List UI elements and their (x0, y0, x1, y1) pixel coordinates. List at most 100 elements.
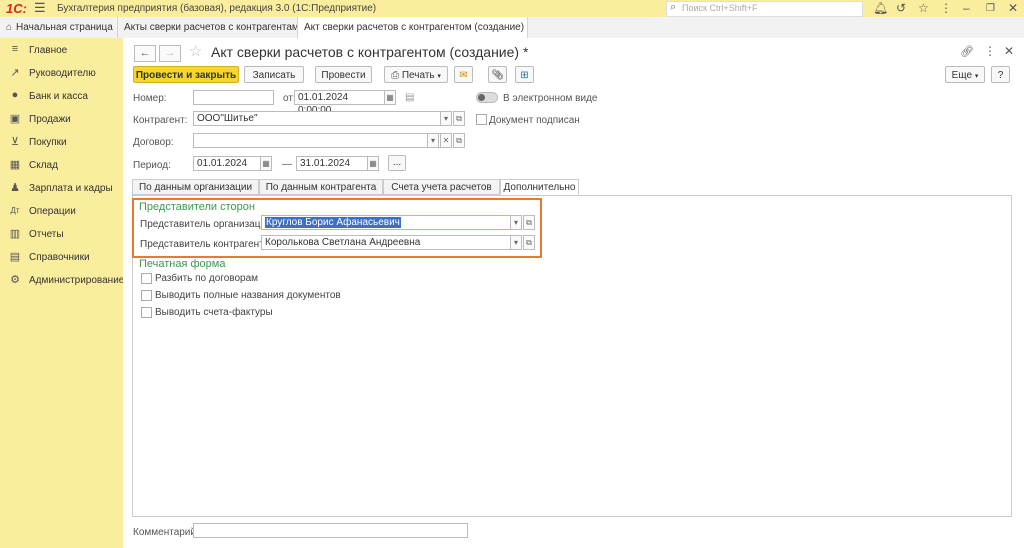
counterparty-input[interactable]: ООО"Шитье" (193, 111, 441, 126)
more-vert-icon[interactable]: ⋮ (984, 44, 996, 58)
org-rep-label: Представитель организации: (140, 219, 275, 230)
paperclip-icon: 📎︎ (491, 70, 504, 81)
invoices-checkbox[interactable] (141, 307, 152, 318)
link-icon[interactable]: 🔗︎ (960, 45, 974, 58)
number-input[interactable] (193, 90, 274, 105)
warehouse-icon: ▦ (9, 159, 21, 171)
open-icon: ⧉ (526, 218, 532, 227)
favorite-star-icon[interactable]: ☆ (189, 42, 202, 60)
cp-rep-input[interactable]: Королькова Светлана Андреевна (261, 235, 511, 250)
dropdown-arrow-icon: ▾ (437, 73, 441, 80)
sidebar-item-main[interactable]: ≡ Главное (0, 40, 123, 62)
bag-icon: ▣ (9, 113, 21, 125)
tab-reconciliation-create[interactable]: Акт сверки расчетов с контрагентом (созд… (298, 17, 528, 39)
contract-clear[interactable]: ✕ (440, 133, 452, 148)
full-doc-names-checkbox[interactable] (141, 290, 152, 301)
search-icon: ⌕ (670, 1, 677, 13)
history-icon[interactable]: ↺ (896, 1, 906, 15)
contract-dropdown[interactable]: ▾ (427, 133, 439, 148)
global-search-input[interactable]: ⌕ Поиск Ctrl+Shift+F (666, 1, 863, 17)
minimize-icon[interactable]: – (963, 1, 970, 15)
back-button[interactable]: ← (134, 45, 156, 62)
contract-open[interactable]: ⧉ (453, 133, 465, 148)
calendar-button[interactable]: ▦ (384, 90, 396, 105)
restore-icon[interactable]: ❐ (986, 3, 995, 14)
split-by-contracts-checkbox[interactable] (141, 273, 152, 284)
org-rep-value: Круглов Борис Афанасьевич (265, 217, 401, 228)
bell-icon[interactable]: 🔔︎ (873, 1, 888, 15)
page-title: Акт сверки расчетов с контрагентом (созд… (211, 44, 529, 60)
sidebar-item-purchases[interactable]: ⊻ Покупки (0, 132, 123, 154)
printer-icon: ⎙ (391, 70, 400, 81)
open-icon: ⧉ (456, 114, 462, 123)
sidebar-item-manager[interactable]: ↗ Руководителю (0, 63, 123, 85)
org-rep-open[interactable]: ⧉ (523, 215, 535, 230)
tab-additional[interactable]: Дополнительно (500, 179, 579, 195)
book-icon: ▤ (9, 251, 21, 263)
dots-icon[interactable]: ⋮ (940, 1, 952, 15)
form-close-icon[interactable]: ✕ (1004, 44, 1014, 58)
tab-home[interactable]: ⌂ Начальная страница (0, 17, 118, 38)
period-select-button[interactable]: ... (388, 155, 406, 171)
structure-button[interactable]: ⊞ (515, 66, 534, 83)
period-dash: — (282, 159, 292, 170)
post-button[interactable]: Провести (315, 66, 372, 83)
org-rep-dropdown[interactable]: ▾ (510, 215, 522, 230)
sidebar-item-sales[interactable]: ▣ Продажи (0, 109, 123, 131)
title-bar: 1С: ☰ Бухгалтерия предприятия (базовая),… (0, 0, 1024, 18)
sidebar: ≡ Главное ↗ Руководителю ● Банк и касса ▣ Пр… (0, 38, 124, 548)
signed-label: Документ подписан (489, 115, 580, 126)
app-logo[interactable]: 1С: (6, 1, 27, 16)
save-button[interactable]: Записать (244, 66, 304, 83)
counterparty-dropdown[interactable]: ▾ (440, 111, 452, 126)
electronic-toggle[interactable] (476, 92, 498, 103)
sidebar-item-salary[interactable]: ♟ Зарплата и кадры (0, 178, 123, 200)
attach-button[interactable]: 📎︎ (488, 66, 507, 83)
open-icon: ⧉ (526, 238, 532, 247)
tab-org-data[interactable]: По данным организации (5) (132, 179, 259, 208)
tab-accounts[interactable]: Счета учета расчетов (9) (383, 179, 500, 208)
sidebar-item-bank[interactable]: ● Банк и касса (0, 86, 123, 108)
post-and-close-button[interactable]: Провести и закрыть (133, 66, 239, 83)
print-button[interactable]: ⎙ Печать ▾ (384, 66, 448, 83)
chevron-down-icon: ▾ (513, 218, 518, 227)
open-icon: ⧉ (456, 136, 462, 145)
sidebar-item-reports[interactable]: ▥ Отчеты (0, 224, 123, 246)
org-rep-input[interactable]: Круглов Борис Афанасьевич (261, 215, 511, 230)
period-from-calendar[interactable]: ▦ (260, 156, 272, 171)
cp-rep-dropdown[interactable]: ▾ (510, 235, 522, 250)
tab-cp-data[interactable]: По данным контрагента (5) (259, 179, 383, 208)
sidebar-item-warehouse[interactable]: ▦ Склад (0, 155, 123, 177)
sidebar-item-admin[interactable]: ⚙ Администрирование (0, 270, 124, 292)
full-doc-names-label: Выводить полные названия документов (155, 290, 341, 301)
coins-icon: ● (11, 89, 19, 101)
period-to-calendar[interactable]: ▦ (367, 156, 379, 171)
envelope-icon: ✉ (459, 70, 468, 81)
clear-icon: ✕ (442, 136, 450, 145)
period-to-input[interactable]: 31.01.2024 (296, 156, 368, 171)
help-button[interactable]: ? (991, 66, 1010, 83)
comment-input[interactable] (193, 523, 468, 538)
cp-rep-label: Представитель контрагента: (140, 239, 272, 250)
more-button[interactable]: Еще ▾ (945, 66, 985, 83)
period-from-input[interactable]: 01.01.2024 (193, 156, 261, 171)
favorites-star-icon[interactable]: ☆ (918, 1, 929, 15)
close-icon[interactable]: ✕ (1008, 1, 1018, 15)
main-menu-icon[interactable]: ☰ (34, 0, 46, 16)
cp-rep-open[interactable]: ⧉ (523, 235, 535, 250)
open-windows-bar: ⌂ Начальная страница Акты сверки расчетов… (0, 17, 1024, 39)
representatives-heading: Представители сторон (139, 201, 255, 213)
signed-checkbox[interactable] (476, 114, 487, 125)
tab-reconciliation-list[interactable]: Акты сверки расчетов с контрагентами (118, 17, 298, 38)
chevron-down-icon: ▾ (443, 114, 448, 123)
doc-icon[interactable]: ▤ (405, 92, 414, 103)
home-icon: ⌂ (6, 22, 13, 33)
forward-button[interactable]: → (159, 45, 181, 62)
date-input[interactable]: 01.01.2024 0:00:00 (294, 90, 385, 116)
counterparty-open[interactable]: ⧉ (453, 111, 465, 126)
counterparty-label: Контрагент: (133, 115, 188, 126)
sidebar-item-catalogs[interactable]: ▤ Справочники (0, 247, 123, 269)
contract-input[interactable] (193, 133, 441, 148)
email-button[interactable]: ✉ (454, 66, 473, 83)
sidebar-item-operations[interactable]: Дт Операции (0, 201, 123, 223)
